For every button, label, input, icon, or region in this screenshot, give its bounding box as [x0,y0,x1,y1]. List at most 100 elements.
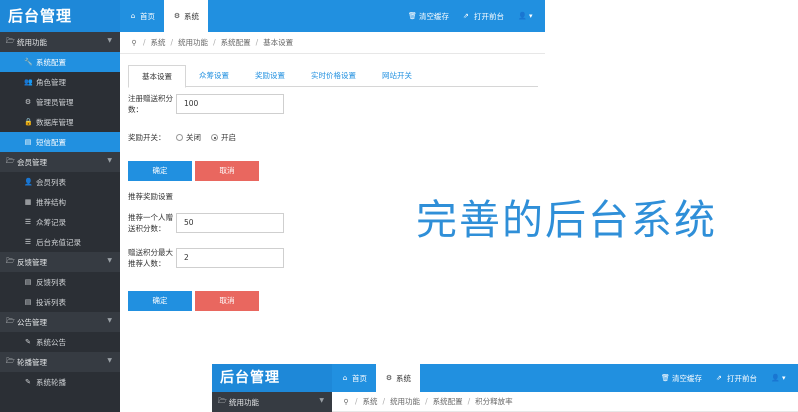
tab-crowdfund-settings[interactable]: 众筹设置 [186,65,242,86]
chevron-down-icon: ▼ [107,157,112,164]
sidebar-item-label: 众筹记录 [36,217,66,227]
home-icon: ⌂ [130,12,136,20]
user-menu-button[interactable]: 👤 ▾ [518,12,537,20]
radio-on[interactable]: 开启 [211,132,236,143]
breadcrumb-item[interactable]: 统用功能 [178,37,208,48]
sidebar-item-label: 管理员管理 [36,97,74,107]
confirm-button-2[interactable]: 确定 [128,291,192,311]
top-bar: 后台管理 ⌂ 首页 ⚙ 系统 🗑 清空缓存 ⇗ 打开前台 👤 ▾ [212,364,798,392]
wrench-icon: 🔧 [24,58,33,66]
tab-price-settings[interactable]: 实时价格设置 [298,65,369,86]
open-frontend-button[interactable]: ⇗ 打开前台 [463,11,504,22]
sidebar-item-referral-tree[interactable]: ▦ 推荐结构 [0,192,120,212]
sidebar-item-label: 数据库管理 [36,117,74,127]
reward-switch-row: 奖励开关： 关闭 开启 [128,132,246,143]
sidebar-item-label: 推荐结构 [36,197,66,207]
sidebar-group-notices[interactable]: 🗁 公告管理 ▼ [0,312,120,332]
caret-down-icon: ▾ [529,12,533,20]
top-actions: 🗑 清空缓存 ⇗ 打开前台 👤 ▾ [661,364,798,392]
gear-icon: ⚙ [173,12,181,20]
folder-icon: 🗁 [6,36,15,45]
sidebar-item-sms-config[interactable]: ▤ 短信配置 [0,132,120,152]
folder-icon: 🗁 [6,356,15,365]
sidebar-item-label: 系统轮播 [36,377,66,387]
radio-on-label: 开启 [221,133,236,142]
breadcrumb: ⚲ / 系统 / 统用功能 / 系统配置 / 基本设置 [120,32,545,54]
open-frontend-label: 打开前台 [474,11,504,21]
sidebar-item-system-carousel[interactable]: ✎ 系统轮播 [0,372,120,392]
folder-icon: 🗁 [6,316,15,325]
list-icon: ☰ [24,238,32,246]
max-recommend-row: 赠送积分最大推荐人数： 2 [128,247,284,269]
sidebar-group-common[interactable]: 🗁 统用功能 ▼ [212,392,332,412]
location-pin-icon: ⚲ [131,38,137,47]
grid-icon: ▦ [24,198,32,206]
sidebar-item-system-notice[interactable]: ✎ 系统公告 [0,332,120,352]
sidebar-item-crowdfund-log[interactable]: ☰ 众筹记录 [0,212,120,232]
sidebar-item-feedback-list[interactable]: ▤ 反馈列表 [0,272,120,292]
breadcrumb: ⚲ / 系统 / 统用功能 / 系统配置 / 积分释放率 [332,392,798,412]
sidebar-item-roles[interactable]: 👥 角色管理 [0,72,120,92]
sidebar-item-admins[interactable]: ⚙ 管理员管理 [0,92,120,112]
cancel-button[interactable]: 取消 [195,161,259,181]
user-icon: 👤 [518,12,527,20]
recommend-points-input[interactable]: 50 [176,213,284,233]
folder-icon: 🗁 [6,256,15,265]
recommend-points-label: 推荐一个人赠送积分数： [128,213,173,233]
clear-cache-button[interactable]: 🗑 清空缓存 [408,11,449,22]
tab-system[interactable]: ⚙ 系统 [376,364,420,392]
breadcrumb-item[interactable]: 系统配置 [433,396,463,407]
sidebar-item-system-config[interactable]: 🔧 系统配置 [0,52,120,72]
chevron-down-icon: ▼ [319,397,324,404]
sidebar-item-label: 系统公告 [36,337,66,347]
clear-cache-label: 清空缓存 [419,11,449,21]
user-menu-button[interactable]: 👤 ▾ [771,374,790,382]
sidebar-item-database[interactable]: 🔒 数据库管理 [0,112,120,132]
sidebar-group-members[interactable]: 🗁 会员管理 ▼ [0,152,120,172]
admin-window-secondary: 后台管理 ⌂ 首页 ⚙ 系统 🗑 清空缓存 ⇗ 打开前台 👤 ▾ 🗁 统用功能 ▼ [212,364,798,412]
trash-icon: 🗑 [661,374,670,382]
register-points-input[interactable]: 100 [176,94,284,114]
register-points-label: 注册赠送积分数： [128,94,173,114]
clear-cache-label: 清空缓存 [672,373,702,383]
sidebar: 🗁 统用功能 ▼ [212,392,332,412]
settings-tabs: 基本设置 众筹设置 奖励设置 实时价格设置 网站开关 [128,65,538,88]
sidebar-item-recharge-log[interactable]: ☰ 后台充值记录 [0,232,120,252]
tab-site-switch[interactable]: 网站开关 [369,65,425,86]
breadcrumb-item[interactable]: 系统 [363,396,378,407]
tab-home[interactable]: ⌂ 首页 [120,0,164,32]
user-icon: 👤 [771,374,780,382]
sidebar-group-carousel[interactable]: 🗁 轮播管理 ▼ [0,352,120,372]
open-frontend-button[interactable]: ⇗ 打开前台 [716,373,757,384]
clear-cache-button[interactable]: 🗑 清空缓存 [661,373,702,384]
list-icon: ☰ [24,218,32,226]
confirm-button[interactable]: 确定 [128,161,192,181]
sidebar-group-common[interactable]: 🗁 统用功能 ▼ [0,32,120,52]
breadcrumb-item-current: 基本设置 [263,38,294,47]
chevron-down-icon: ▼ [107,257,112,264]
sidebar-group-feedback[interactable]: 🗁 反馈管理 ▼ [0,252,120,272]
radio-off[interactable]: 关闭 [176,132,201,143]
tab-system[interactable]: ⚙ 系统 [164,0,208,32]
sidebar-item-complaint-list[interactable]: ▤ 投诉列表 [0,292,120,312]
cancel-button-2[interactable]: 取消 [195,291,259,311]
sidebar-group-label: 会员管理 [17,157,47,167]
recommend-points-row: 推荐一个人赠送积分数： 50 [128,212,284,234]
radio-circle [176,134,183,141]
home-icon: ⌂ [342,374,348,382]
tab-reward-settings[interactable]: 奖励设置 [242,65,298,86]
document-icon: ▤ [24,278,32,286]
breadcrumb-item[interactable]: 统用功能 [390,396,420,407]
gear-icon: ⚙ [385,374,393,382]
sidebar-item-label: 反馈列表 [36,277,66,287]
tab-system-label: 系统 [396,373,411,383]
breadcrumb-item[interactable]: 系统配置 [221,37,251,48]
sidebar-group-label: 反馈管理 [17,257,47,267]
brand-logo: 后台管理 [0,0,120,32]
sidebar-item-member-list[interactable]: 👤 会员列表 [0,172,120,192]
tab-home[interactable]: ⌂ 首页 [332,364,376,392]
sidebar-item-label: 系统配置 [36,57,66,67]
max-recommend-input[interactable]: 2 [176,248,284,268]
tab-basic-settings[interactable]: 基本设置 [128,65,186,88]
breadcrumb-item[interactable]: 系统 [151,37,166,48]
